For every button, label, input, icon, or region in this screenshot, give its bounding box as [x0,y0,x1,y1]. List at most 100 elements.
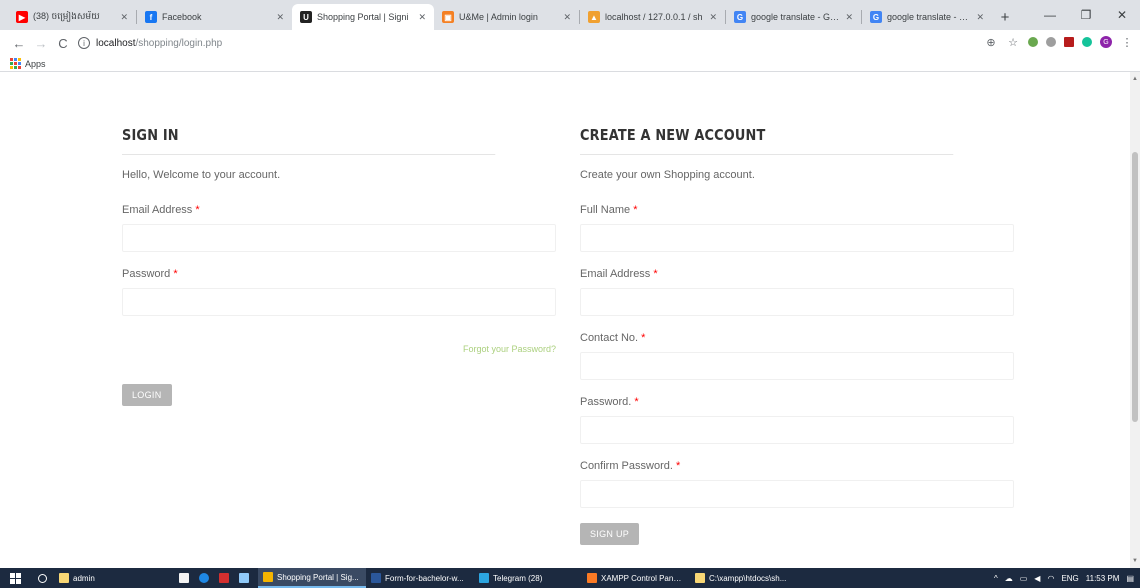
windows-taskbar: admin Shopping Portal | Sig... Form-for-b… [0,568,1140,588]
wifi-icon[interactable]: ◠ [1047,574,1054,583]
login-button[interactable]: LOGIN [122,384,172,406]
grammarly-icon[interactable] [1082,37,1092,47]
scroll-down-icon[interactable]: ▼ [1132,558,1138,564]
register-email-field[interactable] [580,288,1014,316]
profile-avatar-icon[interactable]: G [1100,36,1112,48]
address-bar[interactable]: i localhost/shopping/login.php [78,33,978,53]
email-field[interactable] [122,224,556,252]
register-password-field[interactable] [580,416,1014,444]
fullname-field[interactable] [580,224,1014,252]
apps-grid-icon[interactable] [10,58,21,69]
create-account-title: CREATE A NEW ACCOUNT [580,126,954,155]
cloud-icon[interactable]: ☁ [1005,574,1013,583]
register-email-group: Email Address * [580,268,1014,316]
browser-tab[interactable]: f Facebook ✕ [137,4,292,30]
close-tab-icon[interactable]: ✕ [120,12,128,23]
sign-in-section: SIGN IN Hello, Welcome to your account. … [122,126,556,406]
confirm-password-label: Confirm Password. * [580,460,681,472]
store-icon[interactable] [179,573,189,583]
scrollbar-thumb[interactable] [1132,152,1138,422]
taskbar-app[interactable]: Shopping Portal | Sig... [258,568,366,588]
new-tab-button[interactable]: + [992,4,1018,30]
apps-bookmark[interactable]: Apps [25,59,46,69]
app-icon[interactable] [239,573,249,583]
google-icon: G [870,11,882,23]
start-button[interactable] [0,568,30,588]
zoom-icon[interactable]: ⊕ [984,35,998,49]
confirm-password-field[interactable] [580,480,1014,508]
restore-icon[interactable]: ❐ [1068,0,1104,30]
create-account-section: CREATE A NEW ACCOUNT Create your own Sho… [580,126,1014,545]
tab-title: Shopping Portal | Signi [317,12,409,22]
system-tray: ^ ☁ ▭ ◀ ◠ ENG 11:53 PM ▤ [994,568,1134,588]
password-label: Password * [122,268,178,280]
password-field[interactable] [122,288,556,316]
scroll-up-icon[interactable]: ▲ [1132,76,1138,82]
volume-icon[interactable]: ◀ [1034,574,1040,583]
bookmark-star-icon[interactable]: ☆ [1006,35,1020,49]
taskbar-app[interactable]: XAMPP Control Panel... [582,568,690,588]
word-icon [371,573,381,583]
taskbar-app[interactable]: Telegram (28) [474,568,582,588]
close-window-icon[interactable]: ✕ [1104,0,1140,30]
tab-title: Facebook [162,12,202,22]
close-tab-icon[interactable]: ✕ [845,12,853,23]
close-tab-icon[interactable]: ✕ [276,12,284,23]
email-group: Email Address * [122,204,556,252]
menu-icon[interactable]: ⋮ [1120,35,1134,49]
extension-icon[interactable] [1028,37,1038,47]
admin-login-icon: ▣ [442,11,454,23]
notifications-icon[interactable]: ▤ [1126,574,1134,583]
page-scrollbar[interactable]: ▲ ▼ [1130,72,1140,568]
tray-chevron-icon[interactable]: ^ [994,574,998,583]
taskbar-app[interactable]: Form-for-bachelor-w... [366,568,474,588]
sign-in-title: SIGN IN [122,126,496,155]
forward-icon[interactable]: → [30,36,52,51]
contact-label: Contact No. * [580,332,646,344]
browser-tab[interactable]: U Shopping Portal | Signi ✕ [292,4,434,30]
cortana-button[interactable] [30,568,54,588]
close-tab-icon[interactable]: ✕ [418,12,426,23]
password-group: Password * [122,268,556,316]
folder-icon [59,573,69,583]
sign-up-button[interactable]: SIGN UP [580,523,640,545]
close-tab-icon[interactable]: ✕ [976,12,984,23]
url-host: localhost [96,37,136,49]
contact-group: Contact No. * [580,332,1014,380]
bookmarks-bar: Apps [0,56,1140,72]
folder-icon [695,573,705,583]
reload-icon[interactable]: C [52,36,74,51]
close-tab-icon[interactable]: ✕ [563,12,571,23]
shield-app-icon[interactable] [219,573,229,583]
browser-tab-strip: ▶ (38) ចម្រៀងសម័យ ✕ f Facebook ✕ U Shopping Por… [0,0,1140,30]
pdf-extension-icon[interactable] [1064,37,1074,47]
language-indicator[interactable]: ENG [1061,574,1078,583]
contact-field[interactable] [580,352,1014,380]
windows-logo-icon [9,572,21,584]
browser-tab[interactable]: ▲ localhost / 127.0.0.1 / sh ✕ [580,4,725,30]
info-icon[interactable]: i [78,37,90,49]
minimize-icon[interactable]: — [1032,0,1068,30]
close-tab-icon[interactable]: ✕ [709,12,717,23]
clock[interactable]: 11:53 PM [1086,574,1120,583]
tab-title: google translate - Goo [751,12,840,22]
phpmyadmin-icon: ▲ [588,11,600,23]
browser-tab[interactable]: Ggoogle translate - Goo ✕ [862,4,992,30]
edge-icon[interactable] [199,573,209,583]
taskbar-app[interactable]: C:\xampp\htdocs\sh... [690,568,798,588]
youtube-icon: ▶ [16,11,28,23]
back-icon[interactable]: ← [8,36,30,51]
tab-title: U&Me | Admin login [459,12,538,22]
extension-icon[interactable] [1046,37,1056,47]
pinned-apps [174,568,258,588]
browser-tab[interactable]: ▶ (38) ចម្រៀងសម័យ ✕ [8,4,136,30]
toolbar-actions: ⊕ ☆ G ⋮ [984,35,1134,49]
taskbar-search[interactable]: admin [54,568,174,588]
browser-tab[interactable]: Ggoogle translate - Goo ✕ [726,4,861,30]
battery-icon[interactable]: ▭ [1020,574,1028,583]
cortana-icon [37,573,47,583]
browser-tab[interactable]: ▣ U&Me | Admin login ✕ [434,4,579,30]
forgot-password-link[interactable]: Forgot your Password? [463,344,556,354]
tab-title: (38) ចម្រៀងសម័យ [33,10,100,21]
browser-toolbar: ← → C i localhost/shopping/login.php ⊕ ☆… [0,30,1140,56]
